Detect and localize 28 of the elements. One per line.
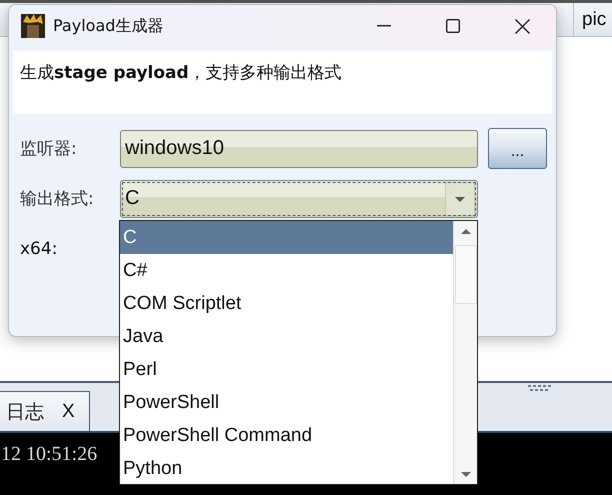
grip-icon[interactable] <box>528 385 552 391</box>
column-header[interactable]: pic <box>573 3 612 36</box>
field-label: 监听器: <box>20 138 78 160</box>
console-line: 12 10:51:26 <box>1 443 98 466</box>
dropdown-option[interactable]: PowerShell Command <box>120 419 453 452</box>
dropdown-option[interactable]: Java <box>120 320 453 353</box>
dropdown-option[interactable]: PowerShell <box>120 386 453 419</box>
minimize-icon[interactable] <box>377 25 391 27</box>
tab-label: 日志 <box>6 400 44 424</box>
browse-button[interactable]: ... <box>488 128 547 169</box>
dropdown-option[interactable]: C <box>120 221 453 254</box>
close-tab-button[interactable]: X <box>62 400 75 422</box>
window-title: Payload生成器 <box>53 16 164 36</box>
description-text: 生成stage payload，支持多种输出格式 <box>20 63 342 83</box>
dropdown-option[interactable]: COM Scriptlet <box>120 287 453 320</box>
field-label: x64: <box>20 238 58 258</box>
app-icon <box>21 14 45 38</box>
scrollbar[interactable] <box>453 221 477 484</box>
dropdown-option[interactable]: Perl <box>120 353 453 386</box>
log-tab[interactable]: 日志 X <box>0 391 90 431</box>
format-combo[interactable]: C <box>120 180 478 218</box>
field-label: 输出格式: <box>20 188 95 210</box>
maximize-icon[interactable] <box>446 19 460 33</box>
dropdown-option[interactable]: Python <box>120 452 453 485</box>
listener-field[interactable]: windows10 <box>120 130 478 168</box>
dropdown-option[interactable]: C# <box>120 254 453 287</box>
close-icon[interactable] <box>515 18 530 34</box>
scroll-thumb[interactable] <box>454 245 476 304</box>
